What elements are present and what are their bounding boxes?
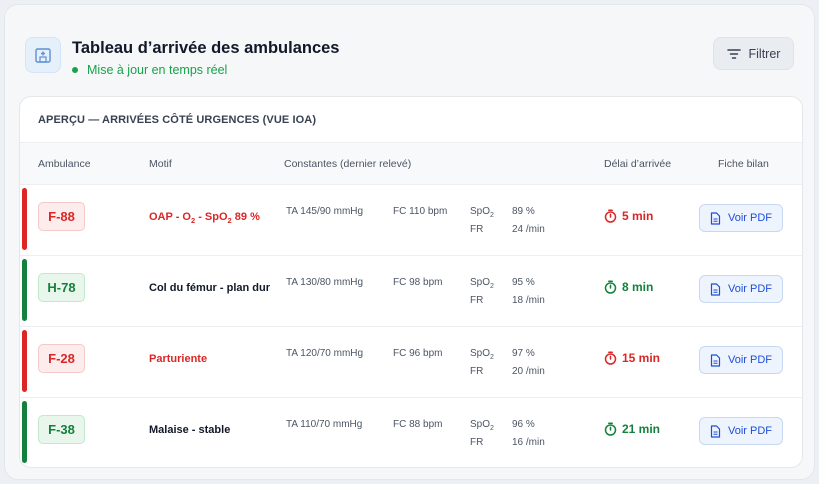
app-window: Tableau d’arrivée des ambulances Mise à …	[4, 4, 815, 480]
table-title: APERÇU — ARRIVÉES CÔTÉ URGENCES (VUE IOA…	[20, 97, 802, 143]
vital-ta: TA 120/70 mmHg	[286, 348, 364, 359]
vital-fr-value: 16 /min	[512, 437, 545, 448]
table-row: F-38 Malaise - stable TA 110/70 mmHg FC …	[20, 398, 802, 467]
vital-ta: TA 130/80 mmHg	[286, 277, 364, 288]
arrivals-table-card: APERÇU — ARRIVÉES CÔTÉ URGENCES (VUE IOA…	[19, 96, 803, 468]
motif-text: Malaise - stable	[149, 424, 231, 436]
vital-fc: FC 98 bpm	[393, 277, 443, 288]
view-pdf-label: Voir PDF	[727, 425, 772, 437]
vital-fr-value: 18 /min	[512, 295, 545, 306]
vital-fc: FC 110 bpm	[393, 206, 448, 217]
view-pdf-button[interactable]: Voir PDF	[699, 346, 783, 374]
status-dot-icon	[72, 67, 78, 73]
arrival-delay-value: 5 min	[622, 209, 654, 223]
arrival-delay-value: 15 min	[622, 351, 661, 365]
vital-spo2-label: SpO2	[470, 419, 494, 432]
severity-bar	[22, 330, 27, 392]
live-status-label: Mise à jour en temps réel	[87, 63, 228, 77]
timer-icon	[604, 280, 617, 294]
timer-icon	[604, 209, 617, 223]
document-icon	[710, 353, 721, 367]
vital-spo2-label: SpO2	[470, 277, 494, 290]
document-icon	[710, 424, 721, 438]
table-header: Ambulance Motif Constantes (dernier rele…	[20, 143, 802, 185]
arrival-delay-value: 8 min	[622, 280, 654, 294]
severity-bar	[22, 188, 27, 250]
vital-spo2-value: 95 %	[512, 277, 535, 288]
timer-icon	[604, 422, 617, 436]
vital-spo2-value: 89 %	[512, 206, 535, 217]
vital-spo2-value: 97 %	[512, 348, 535, 359]
arrival-delay: 5 min	[604, 209, 653, 223]
column-header-delai: Délai d’arrivée	[604, 158, 672, 170]
table-row: F-88 OAP - O2 - SpO2 89 % TA 145/90 mmHg…	[20, 185, 802, 256]
timer-icon	[604, 351, 617, 365]
motif-text: Col du fémur - plan dur	[149, 282, 270, 294]
column-header-fiche: Fiche bilan	[718, 158, 769, 170]
arrival-delay: 21 min	[604, 422, 660, 436]
severity-bar	[22, 401, 27, 463]
vital-fr-label: FR	[470, 295, 484, 306]
vital-fr-label: FR	[470, 366, 484, 377]
hospital-icon	[25, 37, 61, 73]
arrival-delay: 15 min	[604, 351, 660, 365]
arrival-delay-value: 21 min	[622, 422, 661, 436]
vital-fc: FC 96 bpm	[393, 348, 443, 359]
motif-text: Parturiente	[149, 353, 208, 365]
motif-text: OAP - O2 - SpO2 89 %	[149, 211, 260, 226]
vital-fr-value: 20 /min	[512, 366, 545, 377]
ambulance-id-badge: F-38	[38, 415, 85, 444]
view-pdf-label: Voir PDF	[727, 212, 772, 224]
ambulance-id-badge: H-78	[38, 273, 85, 302]
vital-fc: FC 88 bpm	[393, 419, 443, 430]
ambulance-id-badge: F-88	[38, 202, 85, 231]
view-pdf-button[interactable]: Voir PDF	[699, 417, 783, 445]
filter-button-label: Filtrer	[748, 46, 781, 61]
page-title: Tableau d’arrivée des ambulances	[72, 39, 340, 57]
live-status: Mise à jour en temps réel	[72, 63, 227, 77]
table-body: F-88 OAP - O2 - SpO2 89 % TA 145/90 mmHg…	[20, 185, 802, 467]
view-pdf-button[interactable]: Voir PDF	[699, 275, 783, 303]
vital-spo2-label: SpO2	[470, 348, 494, 361]
filter-icon	[726, 48, 741, 59]
view-pdf-button[interactable]: Voir PDF	[699, 204, 783, 232]
ambulance-id-badge: F-28	[38, 344, 85, 373]
severity-bar	[22, 259, 27, 321]
view-pdf-label: Voir PDF	[727, 354, 772, 366]
table-row: H-78 Col du fémur - plan dur TA 130/80 m…	[20, 256, 802, 327]
vital-fr-value: 24 /min	[512, 224, 545, 235]
vital-spo2-label: SpO2	[470, 206, 494, 219]
arrival-delay: 8 min	[604, 280, 653, 294]
vital-fr-label: FR	[470, 224, 484, 235]
column-header-motif: Motif	[149, 158, 172, 170]
vital-ta: TA 145/90 mmHg	[286, 206, 364, 217]
vital-fr-label: FR	[470, 437, 484, 448]
document-icon	[710, 282, 721, 296]
view-pdf-label: Voir PDF	[727, 283, 772, 295]
column-header-constantes: Constantes (dernier relevé)	[284, 158, 412, 170]
document-icon	[710, 211, 721, 225]
table-row: F-28 Parturiente TA 120/70 mmHg FC 96 bp…	[20, 327, 802, 398]
filter-button[interactable]: Filtrer	[713, 37, 794, 70]
page-header: Tableau d’arrivée des ambulances Mise à …	[25, 35, 794, 85]
vital-spo2-value: 96 %	[512, 419, 535, 430]
vital-ta: TA 110/70 mmHg	[286, 419, 363, 430]
column-header-ambulance: Ambulance	[38, 158, 91, 170]
